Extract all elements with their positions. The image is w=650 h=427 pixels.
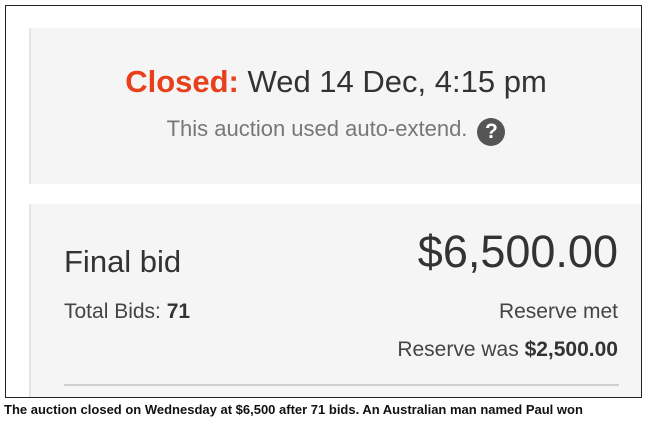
- auto-extend-note-line: This auction used auto-extend.?: [31, 116, 641, 146]
- divider: [64, 384, 619, 386]
- screenshot-frame: Closed: Wed 14 Dec, 4:15 pm This auction…: [5, 5, 642, 398]
- total-bids-value: 71: [166, 300, 191, 323]
- reserve-was: Reserve was $2,500.00: [397, 338, 618, 362]
- closed-label: Closed:: [125, 64, 239, 99]
- reserve-was-amount: $2,500.00: [524, 338, 618, 361]
- closed-datetime: Wed 14 Dec, 4:15 pm: [247, 64, 547, 99]
- image-caption: The auction closed on Wednesday at $6,50…: [4, 402, 583, 417]
- total-bids-label: Total Bids:: [64, 300, 161, 323]
- question-mark-circle-icon[interactable]: ?: [477, 118, 506, 146]
- closed-status-line: Closed: Wed 14 Dec, 4:15 pm: [31, 64, 641, 100]
- reserve-status: Reserve met: [498, 300, 618, 323]
- final-bid-amount: $6,500.00: [417, 226, 618, 277]
- final-bid-label: Final bid: [64, 244, 182, 279]
- reserve-was-label: Reserve was: [397, 338, 519, 361]
- total-bids: Total Bids: 71: [64, 300, 190, 324]
- bid-summary-panel: Final bid $6,500.00 Total Bids: 71 Reser…: [29, 204, 641, 397]
- auto-extend-note: This auction used auto-extend.: [166, 116, 468, 141]
- auction-status-panel: Closed: Wed 14 Dec, 4:15 pm This auction…: [29, 28, 641, 184]
